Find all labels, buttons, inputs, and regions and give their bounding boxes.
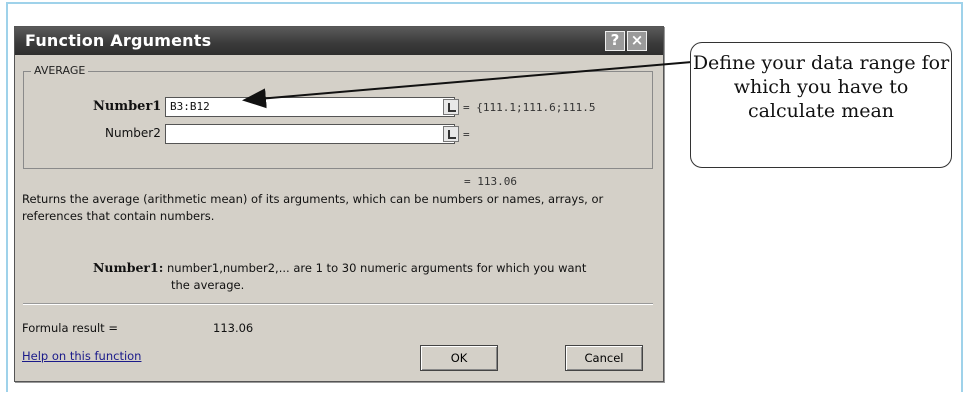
callout-box: Define your data range for which you hav…: [690, 42, 952, 168]
